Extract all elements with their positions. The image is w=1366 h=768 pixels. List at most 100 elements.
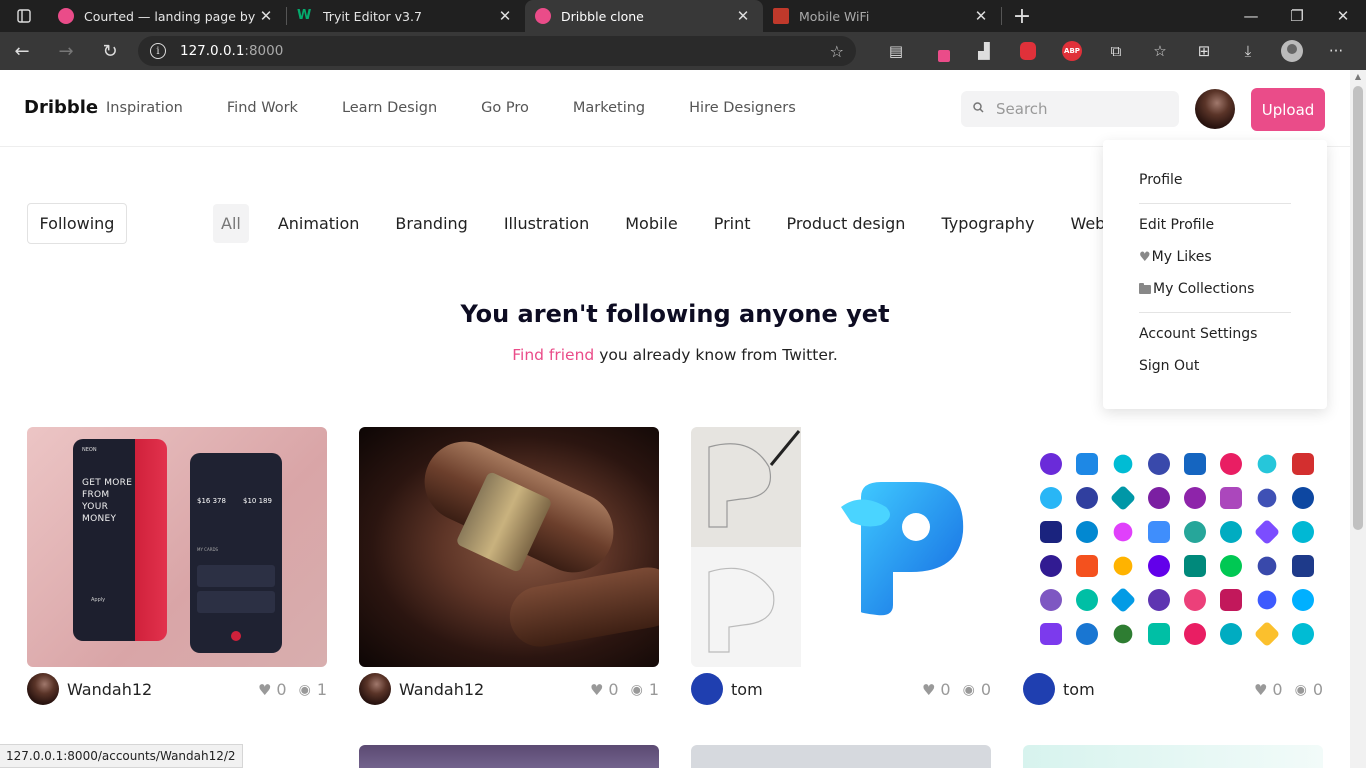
category-animation[interactable]: Animation xyxy=(270,204,368,243)
extension-stop-hand-icon[interactable] xyxy=(1006,32,1050,70)
shot-stats: ♥ 0 ◉ 0 xyxy=(1254,680,1323,699)
find-friend-link[interactable]: Find friend xyxy=(512,346,594,364)
author-name[interactable]: Wandah12 xyxy=(67,680,152,699)
add-favorite-icon[interactable]: ☆ xyxy=(830,42,844,61)
menu-item-account-settings[interactable]: Account Settings xyxy=(1139,326,1257,342)
author-name[interactable]: tom xyxy=(731,680,763,699)
shot-meta: tom ♥ 0 ◉ 0 xyxy=(1023,672,1323,708)
scroll-up-icon[interactable]: ▲ xyxy=(1350,70,1366,84)
user-avatar[interactable] xyxy=(1195,89,1235,129)
author-avatar[interactable] xyxy=(27,673,59,705)
category-illustration[interactable]: Illustration xyxy=(496,204,597,243)
menu-item-sign-out[interactable]: Sign Out xyxy=(1139,358,1199,374)
close-tab-icon[interactable]: ✕ xyxy=(971,7,991,25)
brand-logo-icon xyxy=(1148,487,1170,509)
downloads-icon[interactable]: ⤓ xyxy=(1226,32,1270,70)
heart-icon[interactable]: ♥ xyxy=(922,681,935,699)
menu-item-profile[interactable]: Profile xyxy=(1139,172,1183,188)
nav-link-go-pro[interactable]: Go Pro xyxy=(481,100,529,116)
author-name[interactable]: tom xyxy=(1063,680,1095,699)
neon-cards-label: MY CARDS xyxy=(197,547,219,552)
neon-headline: GET MORE FROM YOUR MONEY xyxy=(82,478,133,524)
shot-thumbnail[interactable]: NEON GET MORE FROM YOUR MONEY Apply $16 … xyxy=(27,427,327,667)
nav-link-learn-design[interactable]: Learn Design xyxy=(342,100,437,116)
brand-logo-icon xyxy=(1109,518,1137,546)
upload-button[interactable]: Upload xyxy=(1251,88,1325,131)
favorites-icon[interactable]: ☆ xyxy=(1138,32,1182,70)
menu-item-edit-profile[interactable]: Edit Profile xyxy=(1139,217,1214,233)
search-input[interactable] xyxy=(996,100,1166,118)
page-scrollbar[interactable]: ▲ xyxy=(1350,70,1366,768)
extensions-puzzle-icon[interactable]: ⧉ xyxy=(1094,32,1138,70)
brand-logo-icon xyxy=(1040,521,1062,543)
close-tab-icon[interactable]: ✕ xyxy=(495,7,515,25)
shot-thumbnail-peek[interactable] xyxy=(359,745,659,768)
forward-button[interactable]: → xyxy=(44,32,88,70)
browser-tab-active[interactable]: Dribble clone ✕ xyxy=(525,0,763,32)
brand-logo-icon xyxy=(1253,518,1281,546)
category-product-design[interactable]: Product design xyxy=(779,204,914,243)
browser-tab[interactable]: W Tryit Editor v3.7 ✕ xyxy=(287,0,525,32)
collections-icon[interactable]: ⊞ xyxy=(1182,32,1226,70)
shot-thumbnail-peek[interactable] xyxy=(1023,745,1323,768)
brand-logo-icon xyxy=(1253,450,1281,478)
abp-label: ABP xyxy=(1062,41,1082,61)
brand-logo-icon xyxy=(1184,623,1206,645)
heart-icon[interactable]: ♥ xyxy=(1254,681,1267,699)
close-tab-icon[interactable]: ✕ xyxy=(733,7,753,25)
shot-thumbnail[interactable] xyxy=(691,427,991,667)
extension-copy-icon[interactable]: ▤ xyxy=(874,32,918,70)
extension-chart-icon[interactable]: ▟ xyxy=(962,32,1006,70)
settings-more-icon[interactable]: ··· xyxy=(1314,32,1358,70)
action-dot-icon xyxy=(231,631,241,641)
new-tab-button[interactable]: + xyxy=(1002,0,1042,32)
extension-pen-icon[interactable] xyxy=(918,32,962,70)
close-tab-icon[interactable]: ✕ xyxy=(256,7,276,25)
browser-tab[interactable]: Courted — landing page by Dam ✕ xyxy=(48,0,286,32)
restore-icon[interactable]: ❐ xyxy=(1274,0,1320,32)
nav-link-marketing[interactable]: Marketing xyxy=(573,100,645,116)
author-avatar[interactable] xyxy=(691,673,723,705)
shot-thumbnail-peek[interactable] xyxy=(691,745,991,768)
author-name[interactable]: Wandah12 xyxy=(399,680,484,699)
site-info-icon[interactable]: i xyxy=(150,43,166,59)
heart-icon[interactable]: ♥ xyxy=(258,681,271,699)
close-window-icon[interactable]: ✕ xyxy=(1320,0,1366,32)
shot-thumbnail[interactable] xyxy=(1023,427,1323,667)
following-dropdown[interactable]: Following xyxy=(27,203,127,244)
scrollbar-thumb[interactable] xyxy=(1353,86,1363,530)
heart-icon[interactable]: ♥ xyxy=(590,681,603,699)
nav-link-find-work[interactable]: Find Work xyxy=(227,100,298,116)
shot-card[interactable]: Wandah12 ♥ 0 ◉ 1 xyxy=(359,427,659,708)
category-typography[interactable]: Typography xyxy=(933,204,1042,243)
p-logo-icon xyxy=(841,482,964,616)
author-avatar[interactable] xyxy=(359,673,391,705)
shot-card[interactable]: tom ♥ 0 ◉ 0 xyxy=(1023,427,1323,708)
author-avatar[interactable] xyxy=(1023,673,1055,705)
address-bar[interactable]: i 127.0.0.1:8000 ☆ xyxy=(138,36,856,66)
browser-tab[interactable]: Mobile WiFi ✕ xyxy=(763,0,1001,32)
category-branding[interactable]: Branding xyxy=(387,204,475,243)
like-count: 0 xyxy=(608,680,619,699)
category-all[interactable]: All xyxy=(213,204,249,243)
brand-logo-icon xyxy=(1148,589,1170,611)
shot-card[interactable]: NEON GET MORE FROM YOUR MONEY Apply $16 … xyxy=(27,427,327,708)
menu-item-my-likes[interactable]: ♥ My Likes xyxy=(1139,249,1212,265)
back-button[interactable]: ← xyxy=(0,32,44,70)
shot-card[interactable]: tom ♥ 0 ◉ 0 xyxy=(691,427,991,708)
view-count: 1 xyxy=(316,680,327,699)
refresh-button[interactable]: ↻ xyxy=(88,32,132,70)
tab-actions-button[interactable] xyxy=(0,0,48,32)
brand-logo-icon xyxy=(1076,623,1098,645)
site-logo[interactable]: Dribble xyxy=(24,97,98,118)
profile-button[interactable] xyxy=(1270,32,1314,70)
category-print[interactable]: Print xyxy=(706,204,759,243)
nav-link-hire-designers[interactable]: Hire Designers xyxy=(689,100,796,116)
brand-logo-icon xyxy=(1184,589,1206,611)
shot-thumbnail[interactable] xyxy=(359,427,659,667)
category-mobile[interactable]: Mobile xyxy=(617,204,685,243)
menu-item-my-collections[interactable]: My Collections xyxy=(1139,281,1254,297)
adblock-plus-icon[interactable]: ABP xyxy=(1050,32,1094,70)
minimize-icon[interactable]: — xyxy=(1228,0,1274,32)
nav-link-inspiration[interactable]: Inspiration xyxy=(106,100,183,116)
